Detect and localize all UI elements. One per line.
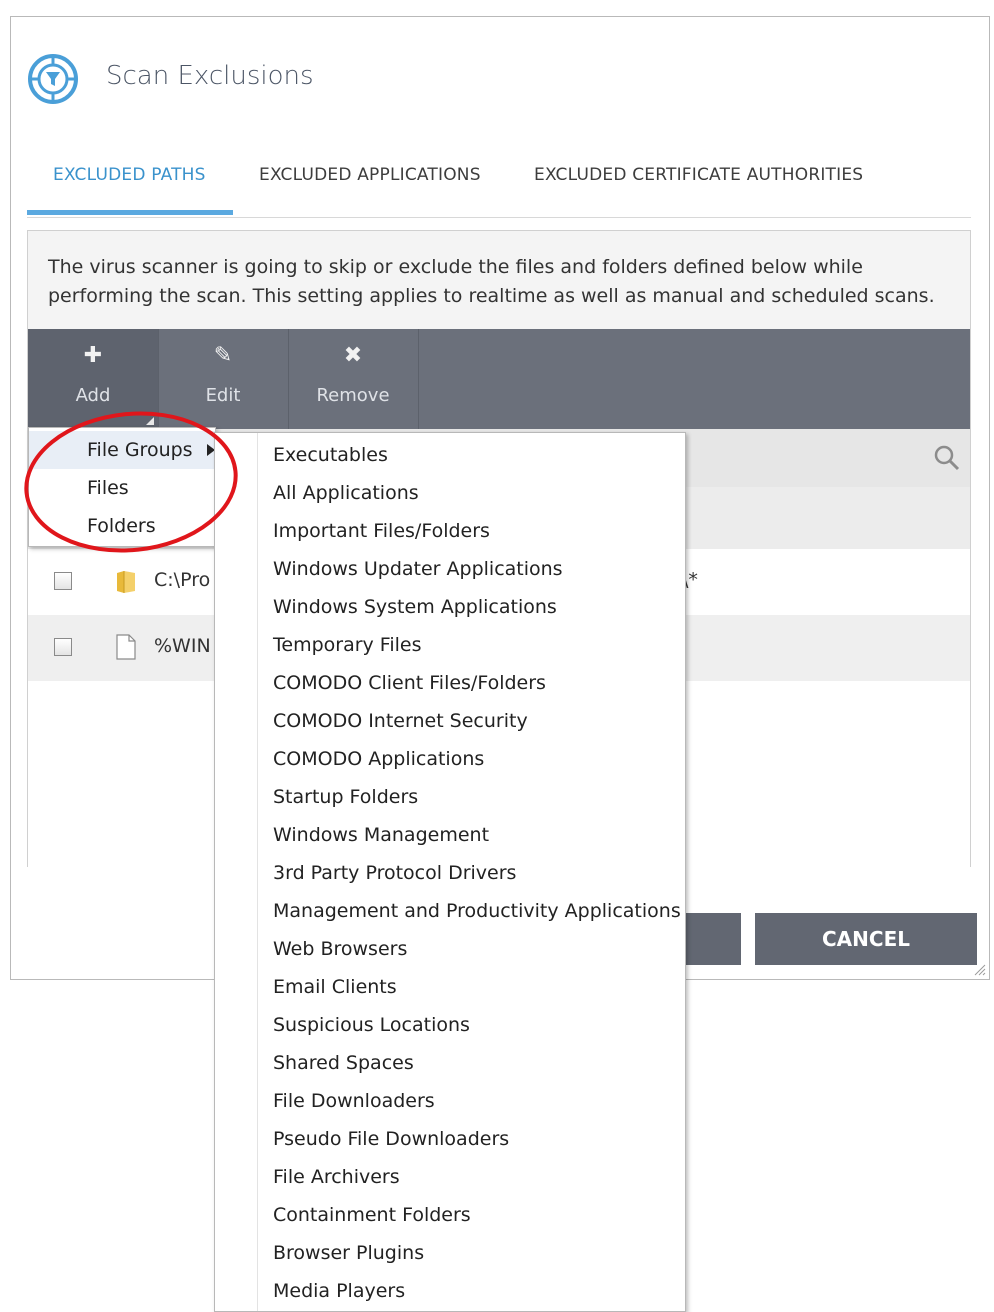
file-group-item[interactable]: COMODO Internet Security [215, 702, 685, 740]
file-group-item[interactable]: Pseudo File Downloaders [215, 1120, 685, 1158]
file-group-item[interactable]: All Applications [215, 474, 685, 512]
file-group-item[interactable]: 3rd Party Protocol Drivers [215, 854, 685, 892]
cancel-button[interactable]: CANCEL [755, 913, 977, 965]
file-group-item[interactable]: Important Files/Folders [215, 512, 685, 550]
folder-icon [117, 571, 135, 593]
menu-item-folders[interactable]: Folders [29, 507, 215, 545]
description-text: The virus scanner is going to skip or ex… [48, 256, 935, 307]
plus-icon: ✚ [83, 343, 103, 368]
tab-bar: EXCLUDED PATHS EXCLUDED APPLICATIONS EXC… [27, 137, 971, 218]
file-group-item[interactable]: Windows System Applications [215, 588, 685, 626]
file-group-item[interactable]: File Downloaders [215, 1082, 685, 1120]
edit-button[interactable]: ✎ Edit [158, 329, 289, 429]
file-group-item[interactable]: Media Players [215, 1272, 685, 1310]
menu-item-file-groups[interactable]: File Groups [29, 431, 215, 469]
file-icon [116, 634, 136, 660]
remove-button[interactable]: ✖ Remove [288, 329, 419, 429]
file-group-item[interactable]: Email Clients [215, 968, 685, 1006]
dropdown-corner-icon [146, 417, 154, 425]
file-group-item[interactable]: Startup Folders [215, 778, 685, 816]
file-groups-submenu: Executables All Applications Important F… [214, 432, 686, 1312]
add-dropdown-menu: File Groups Files Folders [28, 427, 216, 547]
tab-excluded-certificate-authorities[interactable]: EXCLUDED CERTIFICATE AUTHORITIES [534, 165, 863, 185]
remove-x-icon: ✖ [343, 343, 363, 368]
row-path: C:\Pro [154, 569, 211, 591]
add-button[interactable]: ✚ Add [28, 329, 159, 429]
file-group-item[interactable]: Browser Plugins [215, 1234, 685, 1272]
row-path: %WIN [154, 635, 211, 657]
file-group-item[interactable]: Shared Spaces [215, 1044, 685, 1082]
file-group-item[interactable]: COMODO Client Files/Folders [215, 664, 685, 702]
file-group-item[interactable]: Executables [215, 436, 685, 474]
resize-grip-icon[interactable] [972, 962, 986, 976]
menu-item-label: Folders [87, 515, 156, 537]
file-group-item[interactable]: Management and Productivity Applications [215, 892, 685, 930]
menu-item-label: File Groups [87, 439, 193, 461]
file-group-item[interactable]: COMODO Applications [215, 740, 685, 778]
edit-label: Edit [205, 385, 241, 406]
active-tab-indicator [27, 210, 233, 215]
file-group-item[interactable]: Windows Updater Applications [215, 550, 685, 588]
search-icon[interactable] [932, 443, 962, 473]
menu-item-label: Files [87, 477, 129, 499]
scan-exclusions-logo-icon [28, 54, 78, 104]
file-group-item[interactable]: Containment Folders [215, 1196, 685, 1234]
toolbar: ✚ Add ✎ Edit ✖ Remove [28, 329, 970, 429]
file-group-item[interactable]: Windows Management [215, 816, 685, 854]
row-checkbox[interactable] [54, 572, 72, 590]
dialog-title: Scan Exclusions [106, 61, 314, 91]
menu-item-files[interactable]: Files [29, 469, 215, 507]
remove-label: Remove [316, 385, 390, 406]
file-group-item[interactable]: File Archivers [215, 1158, 685, 1196]
file-group-item[interactable]: Temporary Files [215, 626, 685, 664]
tab-excluded-applications[interactable]: EXCLUDED APPLICATIONS [259, 165, 481, 185]
dialog-header: Scan Exclusions [11, 17, 989, 137]
pencil-icon: ✎ [213, 343, 233, 368]
tab-excluded-paths[interactable]: EXCLUDED PATHS [53, 165, 206, 185]
add-label: Add [75, 385, 111, 406]
file-group-item[interactable]: Web Browsers [215, 930, 685, 968]
row-checkbox[interactable] [54, 638, 72, 656]
file-group-item[interactable]: Suspicious Locations [215, 1006, 685, 1044]
